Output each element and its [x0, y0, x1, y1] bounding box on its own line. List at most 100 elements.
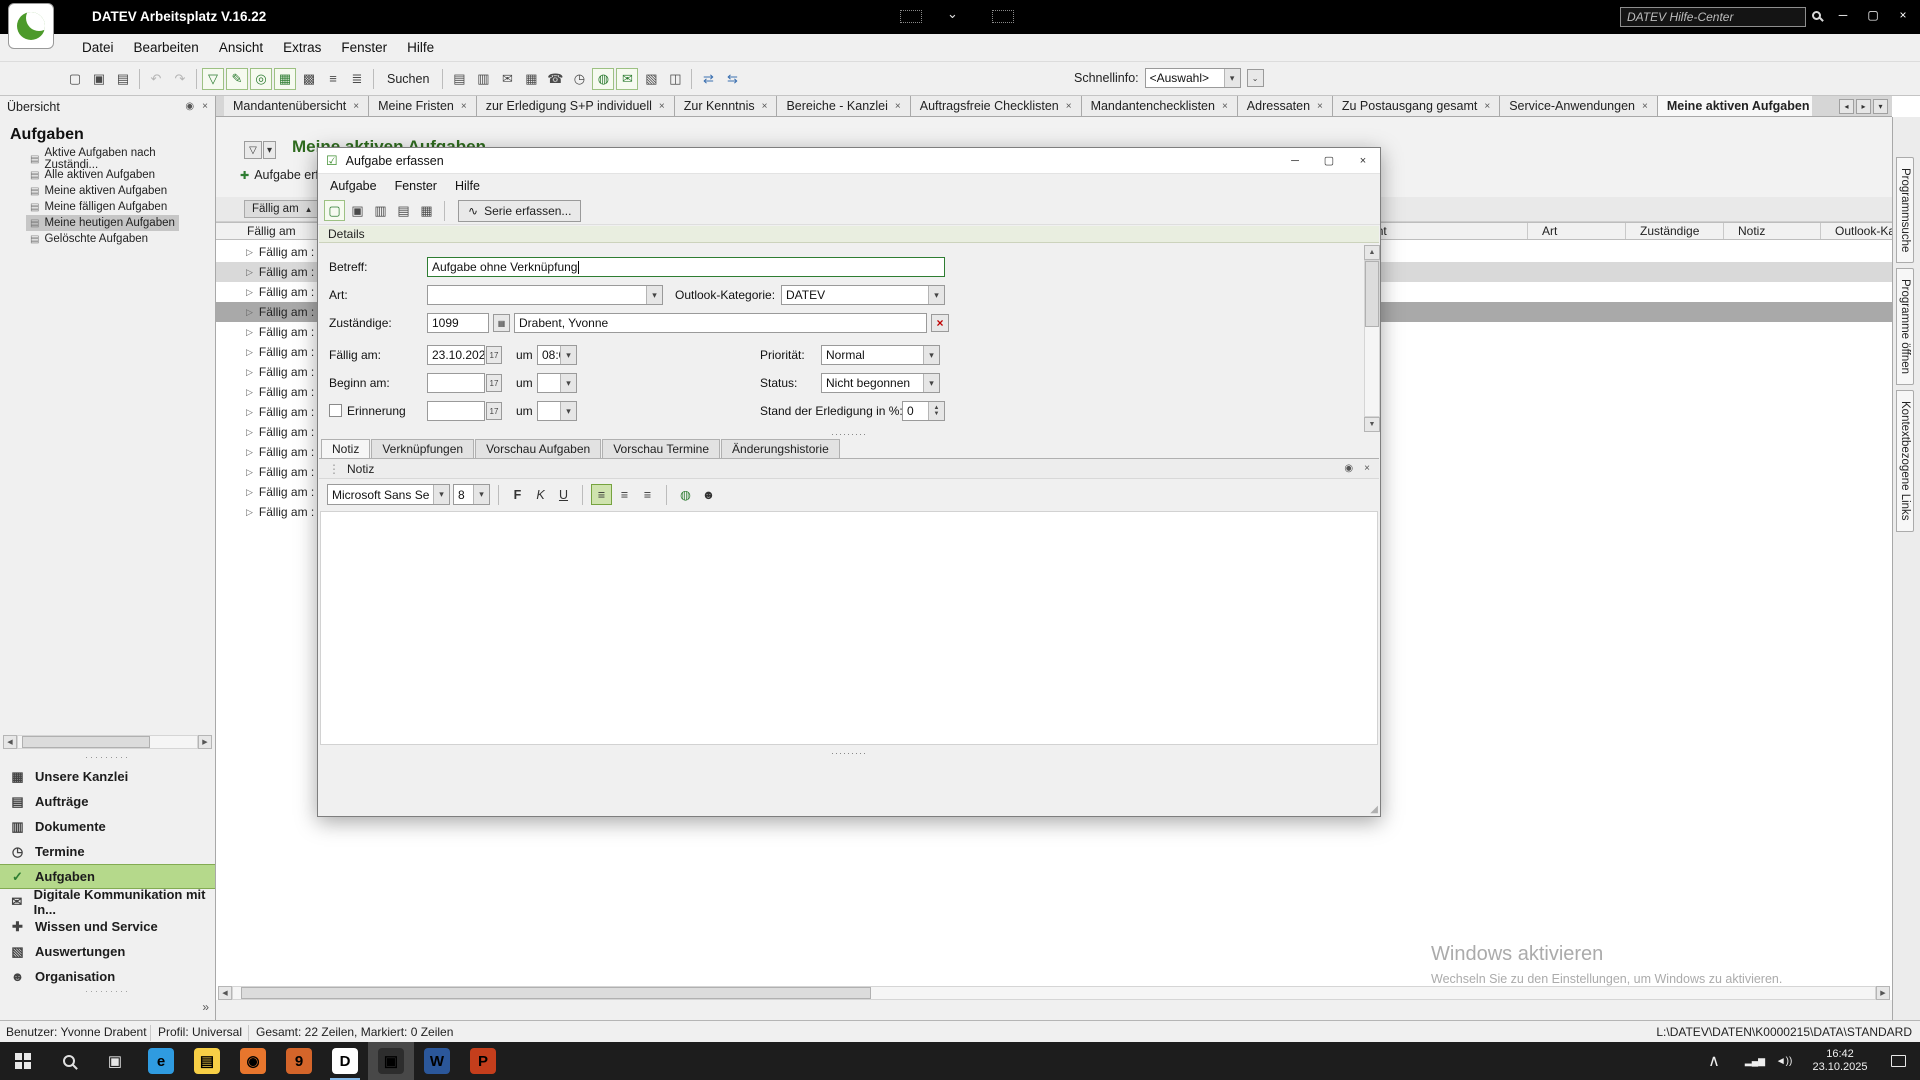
dialog-tab[interactable]: Verknüpfungen [371, 439, 475, 458]
expand-icon[interactable]: ▷ [246, 267, 253, 278]
print-preview-icon[interactable]: ▤ [448, 68, 470, 90]
chevron-down-icon[interactable]: ▾ [433, 485, 449, 504]
scroll-left-icon[interactable]: ◀ [3, 735, 17, 749]
chevron-down-icon[interactable]: ⌄ [947, 6, 958, 22]
mail-icon[interactable]: ✉ [496, 68, 518, 90]
calendar-icon[interactable]: 17 [486, 374, 502, 392]
window-maximize-button[interactable]: ▢ [1858, 0, 1888, 30]
sidebar-item-termine[interactable]: ◷ Termine [0, 839, 215, 864]
suchen-button[interactable]: Suchen [379, 69, 437, 89]
expand-icon[interactable]: ▷ [246, 507, 253, 518]
expand-icon[interactable]: ▷ [246, 307, 253, 318]
beginn-am-date-input[interactable] [427, 373, 485, 393]
menu-item[interactable]: Fenster [331, 36, 397, 59]
touch-keyboard-icon[interactable] [900, 10, 922, 23]
document-tab[interactable]: Zu Postausgang gesamt × [1332, 96, 1501, 116]
expand-icon[interactable]: ▷ [246, 467, 253, 478]
right-panel-tab[interactable]: Programmsuche [1896, 157, 1914, 264]
tab-close-icon[interactable]: × [1222, 101, 1228, 112]
chevron-down-icon[interactable]: ▾ [1223, 69, 1240, 87]
print-icon[interactable]: ▤ [393, 200, 414, 221]
scrollbar-thumb[interactable] [241, 987, 871, 999]
scroll-right-icon[interactable]: ▶ [198, 735, 212, 749]
chevron-down-icon[interactable]: ▾ [560, 374, 576, 392]
outlook-kategorie-select[interactable]: DATEV ▾ [781, 285, 945, 305]
font-size-select[interactable]: 8 ▾ [453, 484, 490, 505]
chevron-down-icon[interactable]: ▾ [928, 286, 944, 304]
expand-icon[interactable]: ▷ [246, 487, 253, 498]
betreff-input[interactable]: Aufgabe ohne Verknüpfung [427, 257, 945, 277]
action-center-button[interactable] [1886, 1042, 1910, 1080]
expand-icon[interactable]: ▷ [246, 247, 253, 258]
sidebar-item-dokumente[interactable]: ▥ Dokumente [0, 814, 215, 839]
dialog-tab[interactable]: Vorschau Termine [602, 439, 721, 458]
clock[interactable]: 16:42 23.10.2025 [1802, 1042, 1878, 1080]
sidebar-grip[interactable]: ········· [0, 986, 215, 996]
dialog-maximize-button[interactable]: ▢ [1312, 148, 1346, 174]
document-tab[interactable]: Meine Fristen × [369, 96, 477, 116]
document-tab[interactable]: Meine aktiven Aufgaben × [1657, 96, 1812, 116]
transfer-icon[interactable]: ⇆ [721, 68, 743, 90]
erinnerung-time-select[interactable]: ▾ [537, 401, 577, 421]
powerpoint-icon[interactable]: P [460, 1042, 506, 1080]
align-center-button[interactable]: ≡ [614, 484, 635, 505]
window-minimize-button[interactable]: ─ [1828, 0, 1858, 30]
beginn-am-time-select[interactable]: ▾ [537, 373, 577, 393]
send-mail-icon[interactable]: ✉ [616, 67, 639, 90]
tab-close-icon[interactable]: × [762, 101, 768, 112]
document-tab[interactable]: Adressaten × [1237, 96, 1333, 116]
tab-scroll-left-button[interactable]: ◂ [1839, 98, 1854, 114]
clock-icon[interactable]: ◷ [568, 68, 590, 90]
chevron-down-icon[interactable]: ▾ [646, 286, 662, 304]
new-icon[interactable]: ▢ [64, 68, 86, 90]
sidebar-item-aufgaben[interactable]: ✓ Aufgaben [0, 864, 215, 889]
sidebar-item-digitale-kommunikation[interactable]: ✉ Digitale Kommunikation mit In... [0, 887, 215, 917]
scroll-right-icon[interactable]: ▶ [1876, 986, 1890, 1000]
dialog-menu-item[interactable]: Fenster [386, 176, 446, 196]
tab-list-button[interactable]: ▾ [1873, 98, 1888, 114]
insert-user-button[interactable]: ☻ [698, 484, 719, 505]
expand-icon[interactable]: ▷ [246, 367, 253, 378]
sync-icon[interactable]: ⇄ [697, 68, 719, 90]
dialog-menu-item[interactable]: Hilfe [446, 176, 489, 196]
menu-item[interactable]: Extras [273, 36, 331, 59]
scroll-left-icon[interactable]: ◀ [218, 986, 232, 1000]
globe-icon[interactable]: ◍ [592, 67, 615, 90]
main-horizontal-scrollbar[interactable]: ◀ ▶ [218, 986, 1890, 1000]
prioritaet-select[interactable]: Normal ▾ [821, 345, 940, 365]
details-icon[interactable]: ≣ [346, 68, 368, 90]
tray-chevron-icon[interactable]: ∧ [1703, 1042, 1725, 1080]
font-family-select[interactable]: Microsoft Sans Se ▾ [327, 484, 450, 505]
expand-icon[interactable]: ▷ [246, 427, 253, 438]
sidebar-item-unsere-kanzlei[interactable]: ▦ Unsere Kanzlei [0, 764, 215, 789]
tree-item[interactable]: ▤ Meine fälligen Aufgaben [0, 199, 215, 215]
menu-item[interactable]: Bearbeiten [124, 36, 209, 59]
group-by-chip[interactable]: Fällig am ▲ [244, 200, 321, 218]
column-header-outlook-kategorie[interactable]: Outlook-Kategorie [1821, 223, 1892, 239]
close-icon[interactable]: × [1364, 463, 1370, 474]
expand-icon[interactable]: ▷ [246, 447, 253, 458]
datev-arbeitsplatz-icon[interactable]: ▣ [368, 1042, 414, 1080]
column-header-notiz[interactable]: Notiz [1724, 223, 1821, 239]
export-icon[interactable]: ▥ [472, 68, 494, 90]
column-header-zustaendige[interactable]: Zuständige [1626, 223, 1724, 239]
datev-icon[interactable]: D [322, 1042, 368, 1080]
dialog-tab[interactable]: Vorschau Aufgaben [475, 439, 602, 458]
tab-close-icon[interactable]: × [1642, 101, 1648, 112]
redo-icon[interactable]: ↷ [169, 68, 191, 90]
save-icon[interactable]: ▣ [347, 200, 368, 221]
dialog-resize-grip[interactable]: ◢ [1370, 804, 1378, 815]
chevron-down-icon[interactable]: ▾ [560, 346, 576, 364]
document-tab[interactable]: zur Erledigung S+P individuell × [476, 96, 675, 116]
tab-close-icon[interactable]: × [895, 101, 901, 112]
volume-icon[interactable]: ◄)) [1770, 1042, 1798, 1080]
document-tab[interactable]: Mandantenübersicht × [224, 96, 370, 116]
scrollbar-thumb[interactable] [1365, 261, 1379, 327]
report-icon[interactable]: ▦ [520, 68, 542, 90]
edge-icon[interactable]: e [138, 1042, 184, 1080]
faellig-am-date-input[interactable]: 23.10.2025 [427, 345, 485, 365]
faellig-am-time-select[interactable]: 08:00▾ [537, 345, 577, 365]
task-view-button[interactable]: ▣ [92, 1042, 138, 1080]
taskbar-search-button[interactable] [46, 1042, 92, 1080]
note-icon[interactable]: ▧ [640, 68, 662, 90]
